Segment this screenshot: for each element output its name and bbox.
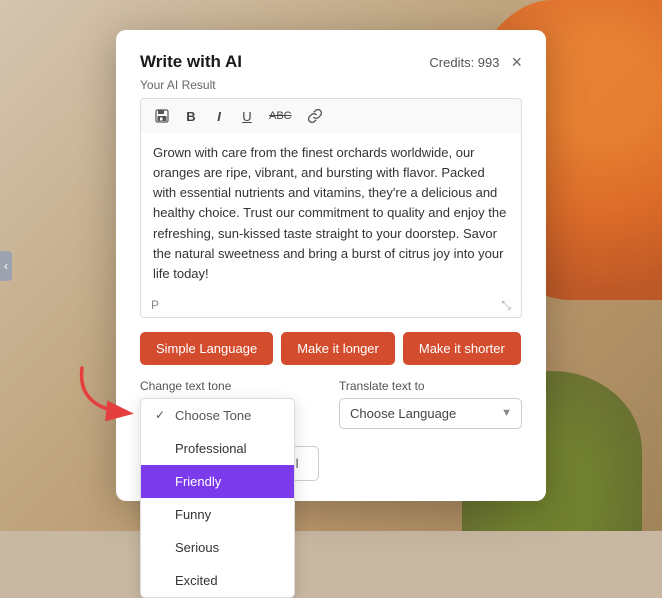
editor-paragraph-label: P bbox=[151, 298, 159, 312]
tone-option-excited[interactable]: Excited bbox=[141, 564, 294, 597]
ai-result-label: Your AI Result bbox=[140, 78, 522, 92]
tone-dropdown-container: ✓ Choose Tone Professional Friendly bbox=[140, 398, 323, 432]
arrow-container bbox=[72, 358, 152, 433]
pointing-arrow bbox=[72, 358, 152, 428]
editor-toolbar: B I U ABC bbox=[140, 98, 522, 133]
language-dropdown: Choose Language ▼ bbox=[339, 398, 522, 429]
toolbar-link-button[interactable] bbox=[302, 104, 328, 128]
sidebar-toggle-container: ‹ bbox=[0, 251, 12, 281]
toolbar-underline-button[interactable]: U bbox=[235, 104, 259, 128]
modal-overlay: Write with AI Credits: 993 × Your AI Res… bbox=[0, 0, 662, 531]
save-icon bbox=[155, 109, 169, 123]
make-longer-button[interactable]: Make it longer bbox=[281, 332, 395, 365]
tone-option-friendly[interactable]: Friendly bbox=[141, 465, 294, 498]
translate-section: Translate text to Choose Language ▼ bbox=[339, 379, 522, 429]
write-with-ai-modal: Write with AI Credits: 993 × Your AI Res… bbox=[116, 30, 546, 501]
modal-credits-area: Credits: 993 × bbox=[429, 53, 522, 71]
modal-header: Write with AI Credits: 993 × bbox=[140, 52, 522, 72]
link-icon bbox=[308, 109, 322, 123]
tone-option-professional-label: Professional bbox=[175, 441, 247, 456]
close-button[interactable]: × bbox=[511, 53, 522, 71]
tone-option-funny-label: Funny bbox=[175, 507, 211, 522]
tone-option-choose[interactable]: ✓ Choose Tone bbox=[141, 399, 294, 432]
editor-footer: P ⤡ bbox=[140, 294, 522, 318]
tone-option-friendly-label: Friendly bbox=[175, 474, 221, 489]
credits-text: Credits: 993 bbox=[429, 55, 499, 70]
tone-translate-row: Change text tone ✓ Choose Tone bbox=[140, 379, 522, 432]
tone-option-excited-label: Excited bbox=[175, 573, 218, 588]
toolbar-strikethrough-button[interactable]: ABC bbox=[263, 104, 298, 128]
simple-language-button[interactable]: Simple Language bbox=[140, 332, 273, 365]
sidebar-toggle-button[interactable]: ‹ bbox=[0, 251, 12, 281]
toolbar-bold-button[interactable]: B bbox=[179, 104, 203, 128]
translate-text-label: Translate text to bbox=[339, 379, 522, 393]
language-select[interactable]: Choose Language bbox=[339, 398, 522, 429]
tone-option-serious-label: Serious bbox=[175, 540, 219, 555]
editor-content-area[interactable]: Grown with care from the finest orchards… bbox=[140, 133, 522, 295]
tone-option-professional[interactable]: Professional bbox=[141, 432, 294, 465]
editor-expand-icon: ⤡ bbox=[501, 298, 511, 313]
tone-section: Change text tone ✓ Choose Tone bbox=[140, 379, 323, 432]
toolbar-save-button[interactable] bbox=[149, 104, 175, 128]
action-buttons-row: Simple Language Make it longer Make it s… bbox=[140, 332, 522, 365]
make-shorter-button[interactable]: Make it shorter bbox=[403, 332, 521, 365]
tone-option-serious[interactable]: Serious bbox=[141, 531, 294, 564]
checkmark-icon: ✓ bbox=[155, 408, 169, 422]
toolbar-italic-button[interactable]: I bbox=[207, 104, 231, 128]
tone-dropdown-list: ✓ Choose Tone Professional Friendly bbox=[140, 398, 295, 598]
tone-option-funny[interactable]: Funny bbox=[141, 498, 294, 531]
tone-option-choose-label: Choose Tone bbox=[175, 408, 251, 423]
change-text-tone-label: Change text tone bbox=[140, 379, 323, 393]
modal-title: Write with AI bbox=[140, 52, 242, 72]
